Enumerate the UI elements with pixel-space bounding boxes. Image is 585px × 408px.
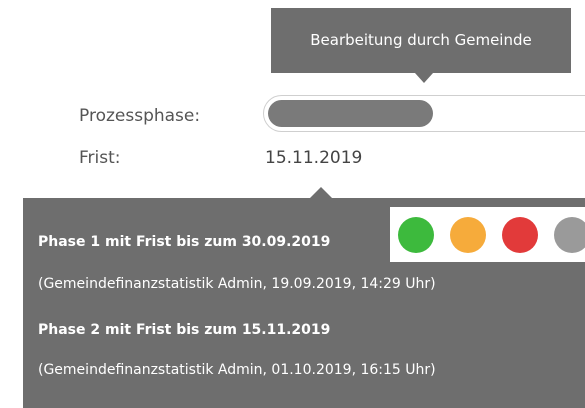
status-green-dot[interactable] — [398, 217, 434, 253]
history-entry-1-title: Phase 1 mit Frist bis zum 30.09.2019 — [38, 234, 331, 250]
process-phase-progress-bar[interactable] — [263, 95, 585, 132]
history-entry-2-title: Phase 2 mit Frist bis zum 15.11.2019 — [38, 322, 331, 338]
phase-tooltip: Bearbeitung durch Gemeinde — [271, 8, 571, 73]
deadline-label: Frist: — [79, 148, 121, 168]
status-red-dot[interactable] — [502, 217, 538, 253]
history-entry-2-meta: (Gemeindefinanzstatistik Admin, 01.10.20… — [38, 362, 436, 378]
deadline-value: 15.11.2019 — [265, 148, 363, 168]
process-phase-label: Prozessphase: — [79, 106, 201, 126]
history-panel-arrow — [310, 187, 332, 198]
status-selector — [390, 207, 585, 262]
history-entry-1-meta: (Gemeindefinanzstatistik Admin, 19.09.20… — [38, 276, 436, 292]
page: Bearbeitung durch Gemeinde Prozessphase:… — [0, 0, 585, 408]
phase-tooltip-text: Bearbeitung durch Gemeinde — [310, 31, 532, 49]
status-grey-dot[interactable] — [554, 217, 585, 253]
phase-tooltip-arrow — [415, 73, 433, 83]
status-orange-dot[interactable] — [450, 217, 486, 253]
process-phase-progress-fill — [268, 100, 433, 127]
